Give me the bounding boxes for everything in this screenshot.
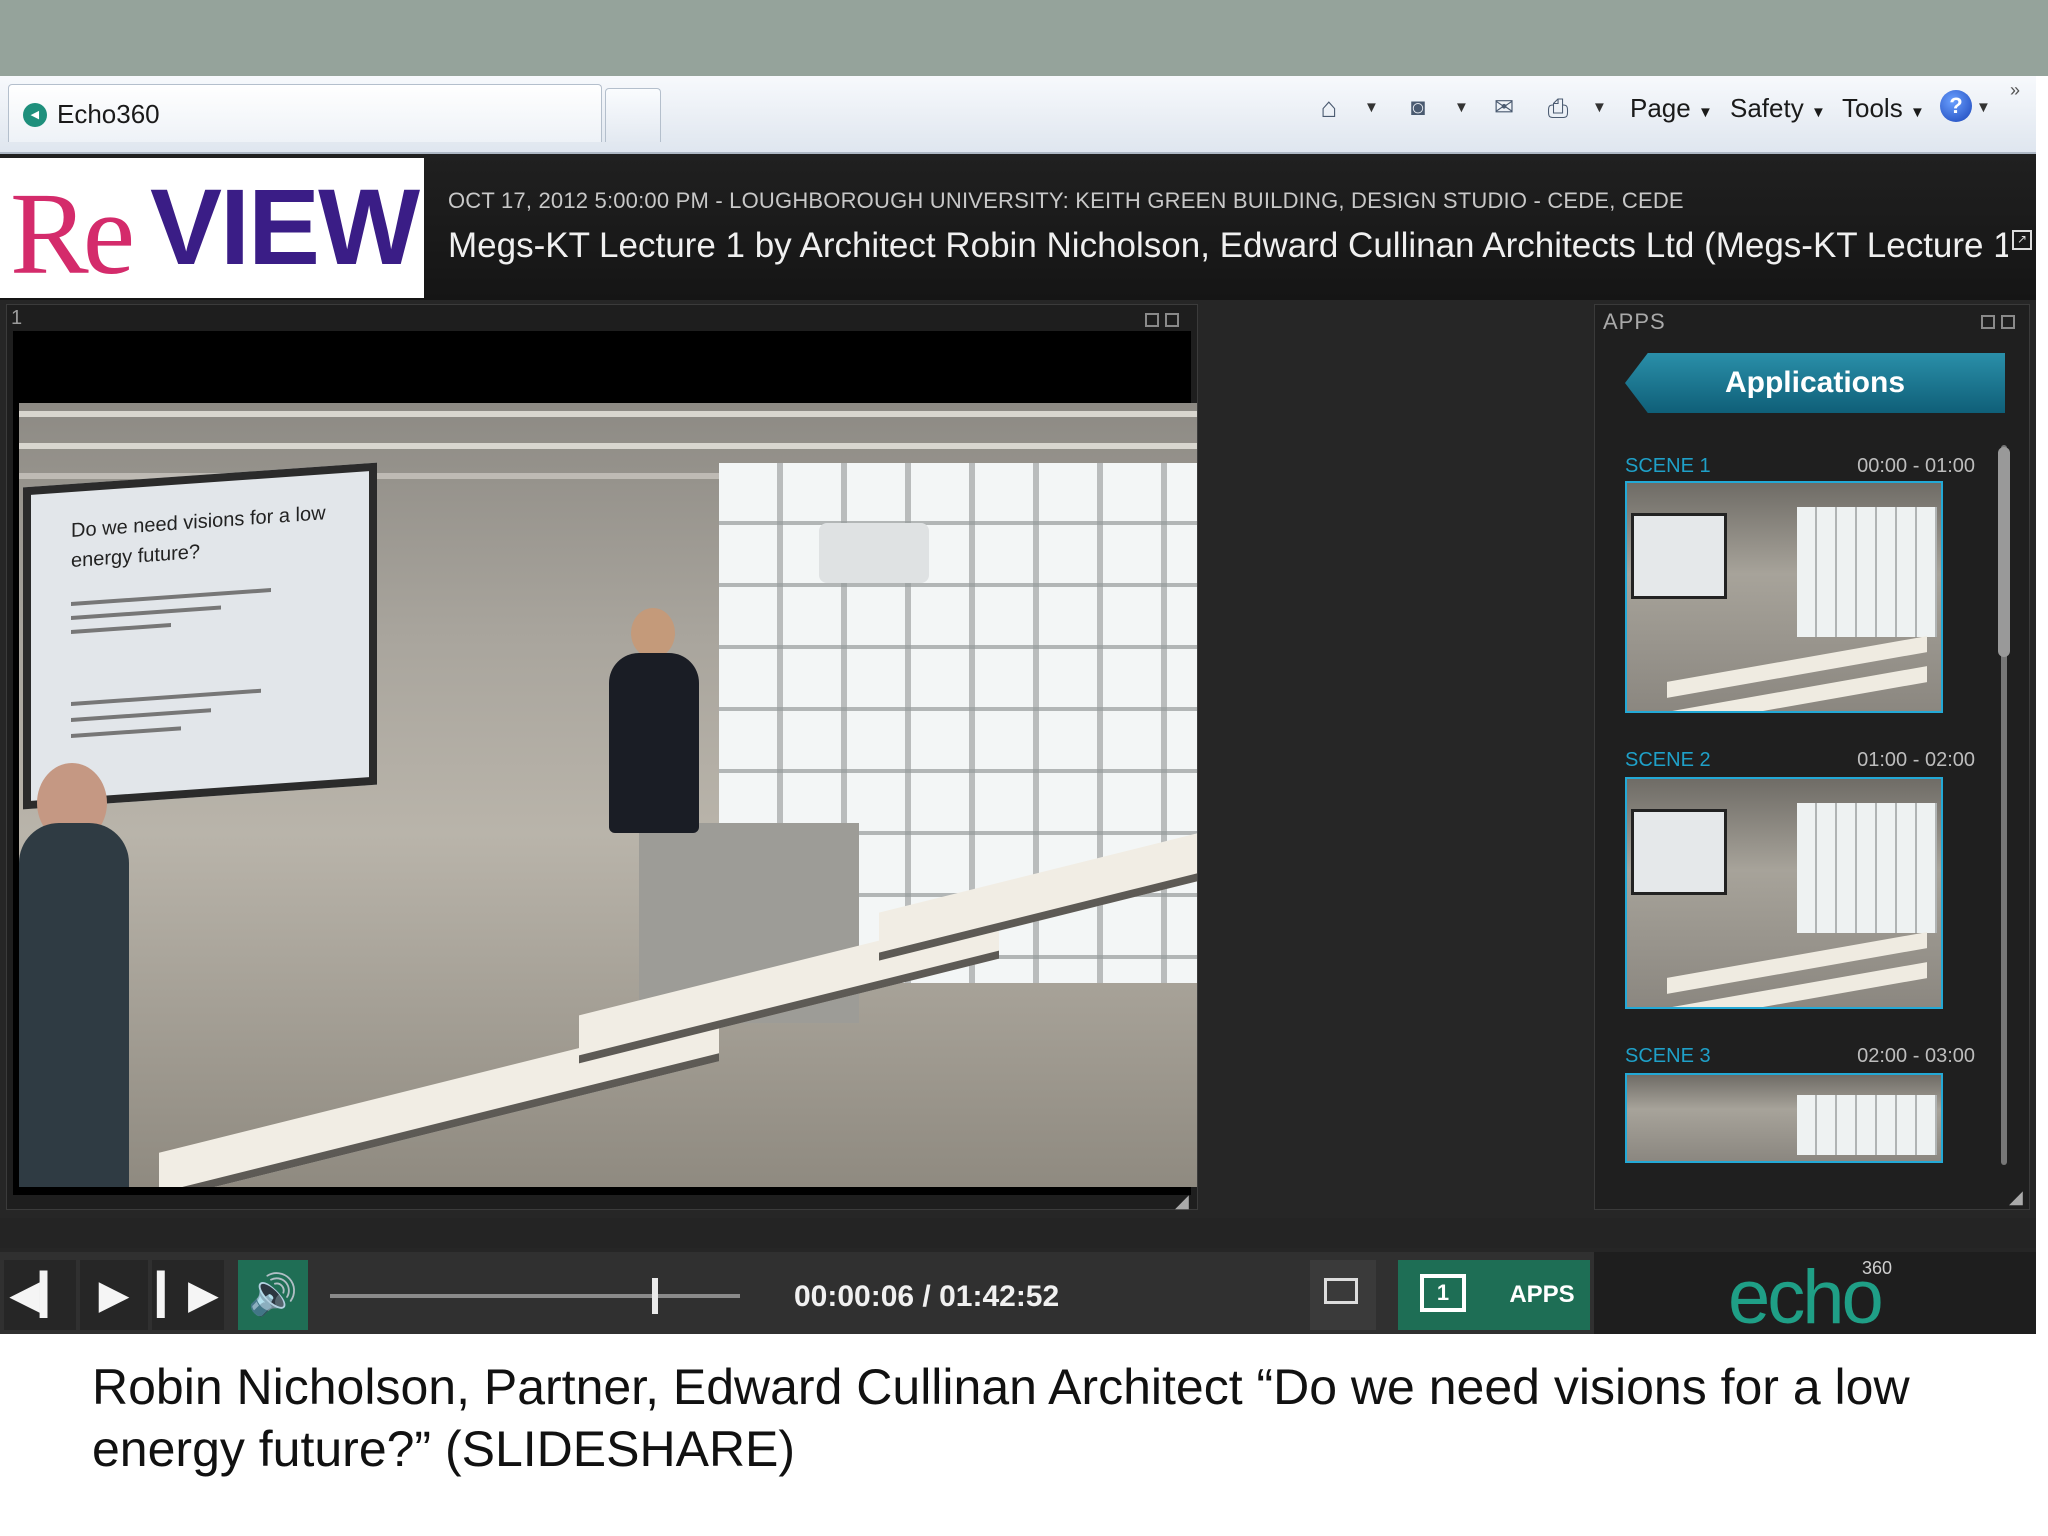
echo360-favicon-icon: ◂	[23, 103, 47, 127]
scene-1-label: SCENE 1	[1625, 455, 1711, 477]
thumb-window	[1797, 1095, 1937, 1155]
lecture-video[interactable]: Do we need visions for a low energy futu…	[19, 403, 1197, 1187]
browser-toolbar: ◂ Echo360 ⌂ ▼ ◙ ▼ ✉ ⎙ ▼ Page ▼ Safety ▼ …	[0, 76, 2036, 154]
audience-member	[19, 823, 129, 1187]
slide-text-line	[71, 623, 171, 635]
safety-menu-arrow-icon: ▼	[1810, 104, 1826, 121]
help-dropdown-arrow-icon[interactable]: ▼	[1976, 90, 1991, 126]
scene-2-label: SCENE 2	[1625, 749, 1711, 771]
scene-2-thumbnail[interactable]	[1625, 777, 1943, 1009]
rss-feed-icon[interactable]: ◙	[1400, 88, 1436, 128]
screen-1-icon: 1	[1420, 1274, 1466, 1312]
tools-menu-arrow-icon: ▼	[1909, 104, 1925, 121]
slide-text-line	[71, 688, 261, 707]
home-dropdown-arrow-icon[interactable]: ▼	[1364, 90, 1379, 126]
speaker-icon: 🔊	[248, 1273, 298, 1317]
step-back-icon: ◀▎	[9, 1273, 71, 1317]
apps-restore-icon[interactable]	[1981, 315, 1995, 329]
panel-close-icon[interactable]	[1165, 313, 1179, 327]
thumb-screen	[1631, 513, 1727, 599]
browser-tab-echo360[interactable]: ◂ Echo360	[8, 84, 602, 142]
apps-scrollbar-thumb[interactable]	[1998, 447, 2010, 657]
applications-button[interactable]: Applications	[1625, 353, 2005, 413]
scene-1-thumbnail[interactable]	[1625, 481, 1943, 713]
new-tab-button[interactable]	[605, 88, 661, 142]
page-menu[interactable]: Page ▼	[1630, 90, 1713, 126]
review-logo-re: Re	[10, 168, 135, 299]
step-forward-icon: ▎▶	[157, 1273, 219, 1317]
player-header: Re VIEW OCT 17, 2012 5:00:00 PM - LOUGHB…	[0, 154, 2036, 300]
safety-menu[interactable]: Safety ▼	[1730, 90, 1826, 126]
safety-menu-label: Safety	[1730, 93, 1804, 123]
browser-tab-title: Echo360	[57, 99, 160, 129]
presenter-head	[631, 608, 675, 658]
scene-3-time: 02:00 - 03:00	[1857, 1045, 1975, 1067]
ceiling-projector	[819, 523, 929, 583]
layout-icon	[1324, 1278, 1358, 1304]
feed-dropdown-arrow-icon[interactable]: ▼	[1454, 90, 1469, 126]
thumb-screen	[1631, 809, 1727, 895]
print-dropdown-arrow-icon[interactable]: ▼	[1592, 90, 1607, 126]
echo-logo-text: echo	[1728, 1255, 1884, 1340]
slide-heading: Do we need visions for a low energy futu…	[71, 502, 326, 573]
video-frame[interactable]: Do we need visions for a low energy futu…	[13, 331, 1197, 1195]
ceiling-stripe	[19, 443, 1197, 449]
video-panel: 1 Do we need visions for a low energy fu…	[6, 304, 1198, 1212]
review-logo: Re VIEW	[0, 158, 424, 299]
slide-text-line	[71, 588, 271, 607]
apps-close-icon[interactable]	[2001, 315, 2015, 329]
slide-text-line	[71, 605, 221, 621]
echo360-player: Re VIEW OCT 17, 2012 5:00:00 PM - LOUGHB…	[0, 154, 2036, 1340]
video-panel-number: 1	[11, 307, 23, 329]
scene-3-thumbnail[interactable]	[1625, 1073, 1943, 1163]
control-strip	[0, 1218, 2036, 1248]
slide-text-line	[71, 708, 211, 723]
play-icon: ▶	[98, 1273, 130, 1317]
slide-caption: Robin Nicholson, Partner, Edward Cullina…	[92, 1359, 1910, 1477]
scene-2-time: 01:00 - 02:00	[1857, 749, 1975, 771]
screen-1-button[interactable]: 1	[1398, 1260, 1494, 1330]
recording-metadata: OCT 17, 2012 5:00:00 PM - LOUGHBOROUGH U…	[448, 188, 1684, 213]
apps-resize-grip-icon[interactable]: ◢	[2009, 1187, 2023, 1208]
print-icon[interactable]: ⎙	[1538, 88, 1578, 128]
seek-bar[interactable]	[330, 1294, 740, 1298]
time-readout: 00:00:06 / 01:42:52	[794, 1280, 1060, 1313]
step-forward-button[interactable]: ▎▶	[152, 1260, 224, 1330]
echo360-logo: echo 360	[1594, 1252, 2036, 1340]
popout-icon[interactable]: ↗	[2012, 230, 2032, 250]
echo-logo-360: 360	[1862, 1258, 1893, 1278]
slide-background-band	[0, 0, 2048, 76]
projection-screen: Do we need visions for a low energy futu…	[23, 462, 377, 810]
read-mail-icon[interactable]: ✉	[1486, 88, 1522, 128]
apps-toggle-button[interactable]: APPS	[1494, 1260, 1590, 1330]
tools-menu-label: Tools	[1842, 93, 1903, 123]
step-back-button[interactable]: ◀▎	[4, 1260, 76, 1330]
ceiling-stripe	[19, 411, 1197, 417]
review-logo-view: VIEW	[150, 166, 420, 287]
home-icon[interactable]: ⌂	[1310, 88, 1348, 128]
presenter	[609, 653, 699, 833]
recording-title: Megs-KT Lecture 1 by Architect Robin Nic…	[448, 226, 2008, 265]
play-button[interactable]: ▶	[80, 1260, 148, 1330]
resize-grip-icon[interactable]: ◢	[1175, 1191, 1189, 1212]
scene-1-time: 00:00 - 01:00	[1857, 455, 1975, 477]
scene-3-label: SCENE 3	[1625, 1045, 1711, 1067]
page-menu-arrow-icon: ▼	[1697, 104, 1713, 121]
tools-menu[interactable]: Tools ▼	[1842, 90, 1925, 126]
apps-panel-label: APPS	[1603, 309, 1666, 334]
panel-restore-icon[interactable]	[1145, 313, 1159, 327]
slide-text-line	[71, 726, 181, 739]
thumb-window	[1797, 507, 1937, 637]
volume-slider-handle[interactable]	[652, 1278, 658, 1314]
help-icon[interactable]: ?	[1940, 90, 1972, 122]
page-menu-label: Page	[1630, 93, 1691, 123]
thumb-window	[1797, 803, 1937, 933]
volume-button[interactable]: 🔊	[238, 1260, 308, 1330]
layout-toggle-button[interactable]	[1310, 1260, 1376, 1330]
apps-panel: APPS Applications SCENE 1 00:00 - 01:00 …	[1594, 304, 2030, 1210]
toolbar-overflow-chevron-icon[interactable]: »	[2010, 80, 2020, 101]
